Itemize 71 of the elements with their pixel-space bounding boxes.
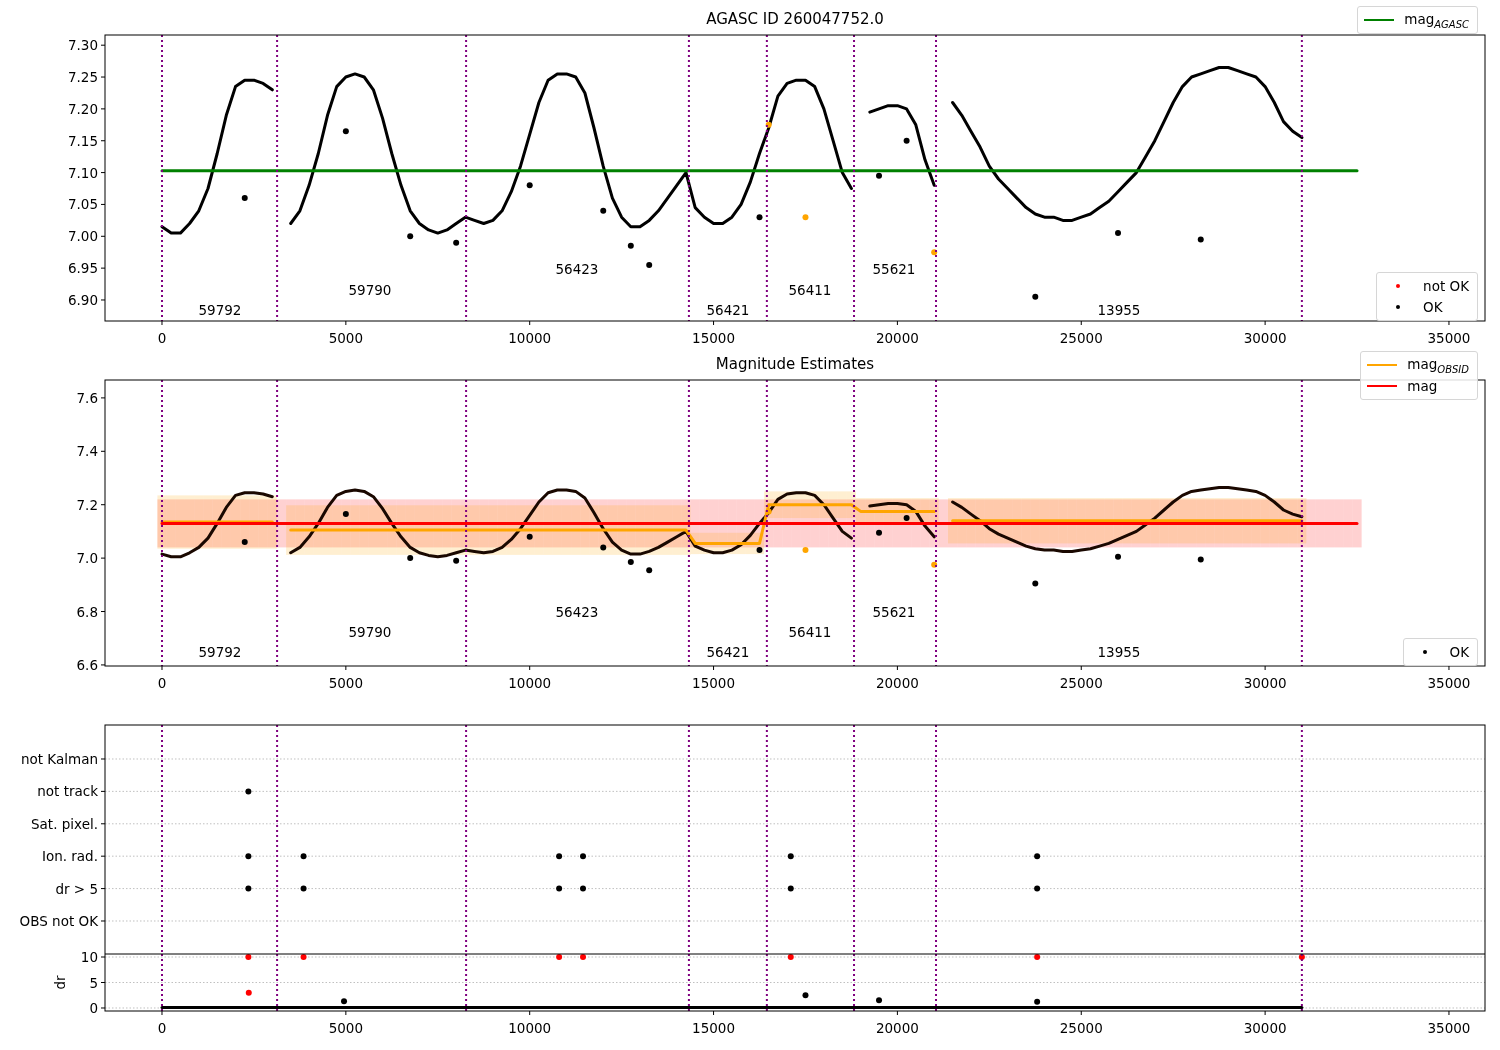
- x-tick-label: 15000: [692, 1020, 736, 1036]
- legend-label: mag$_{OBSID}$: [1407, 355, 1469, 375]
- obsid-label: 13955: [1097, 643, 1141, 660]
- obsid-label: 55621: [872, 603, 916, 620]
- x-tick-label: 10000: [508, 1020, 552, 1036]
- obsid-label: 56411: [788, 282, 832, 299]
- x-tick-label: 0: [157, 330, 167, 345]
- y-tick-label: 7.25: [67, 69, 98, 86]
- chart-title: AGASC ID 260047752.0: [706, 10, 884, 28]
- y-tick-label: 7.05: [67, 196, 98, 213]
- x-tick-label: 30000: [1243, 330, 1287, 345]
- obsid-label: 56411: [788, 623, 832, 640]
- obsid-label: 56421: [706, 643, 750, 660]
- y-tick-label: 6.95: [67, 260, 98, 277]
- y-tick-label: 6.90: [67, 292, 98, 308]
- x-tick-label: 35000: [1427, 1020, 1471, 1036]
- y-tick-label: 7.10: [67, 164, 98, 181]
- x-tick-label: 10000: [508, 330, 552, 345]
- legend-label: not OK: [1423, 278, 1469, 294]
- x-tick-label: 35000: [1427, 675, 1471, 690]
- y-tick-label: 7.6: [76, 389, 98, 406]
- y-tick-label: dr > 5: [55, 880, 98, 897]
- obsid-label: 13955: [1097, 301, 1141, 318]
- y-tick-label: 7.30: [67, 37, 98, 54]
- y-tick-label: 0: [89, 1000, 98, 1016]
- y-tick-label: 7.20: [67, 100, 98, 117]
- chart-title: Magnitude Estimates: [715, 355, 875, 373]
- y-tick-label: 7.15: [67, 132, 98, 149]
- x-tick-label: 20000: [875, 330, 919, 345]
- y-tick-label: 7.00: [67, 228, 98, 245]
- obsid-label: 59790: [348, 282, 392, 299]
- y-tick-label: 6.6: [76, 656, 98, 673]
- y-tick-label: 7.4: [76, 443, 98, 460]
- y-tick-label: 6.8: [76, 603, 98, 620]
- x-tick-label: 0: [157, 1020, 167, 1036]
- x-tick-label: 5000: [328, 1020, 364, 1036]
- x-tick-label: 25000: [1059, 675, 1103, 690]
- legend-label: mag: [1407, 378, 1438, 394]
- obsid-label: 59790: [348, 623, 392, 640]
- x-tick-label: 25000: [1059, 330, 1103, 345]
- y-tick-label: 7.0: [76, 550, 98, 567]
- obsid-label: 56423: [555, 603, 599, 620]
- obsid-label: 56423: [555, 261, 599, 278]
- y-tick-label: Sat. pixel.: [31, 815, 98, 832]
- x-tick-label: 15000: [692, 330, 736, 345]
- x-tick-label: 35000: [1427, 330, 1471, 345]
- y-tick-label: 5: [89, 974, 98, 991]
- axis-label: dr: [52, 975, 68, 990]
- y-tick-label: not Kalman: [20, 751, 98, 767]
- y-tick-label: OBS not OK: [19, 913, 98, 929]
- y-tick-label: not track: [37, 783, 98, 800]
- y-tick-label: 10: [80, 949, 98, 965]
- x-tick-label: 30000: [1243, 675, 1287, 690]
- y-tick-label: 7.2: [76, 496, 98, 513]
- y-tick-label: Ion. rad.: [41, 848, 98, 865]
- obsid-label: 55621: [872, 261, 916, 278]
- obsid-label: 59792: [198, 301, 242, 318]
- legend-label: mag$_{AGASC}$: [1404, 10, 1469, 30]
- x-tick-label: 5000: [328, 330, 364, 345]
- x-tick-label: 0: [157, 675, 167, 690]
- x-tick-label: 20000: [875, 675, 919, 690]
- x-tick-label: 10000: [508, 675, 552, 690]
- obsid-label: 59792: [198, 643, 242, 660]
- x-tick-label: 5000: [328, 675, 364, 690]
- x-tick-label: 15000: [692, 675, 736, 690]
- legend-label: OK: [1449, 644, 1469, 660]
- x-tick-label: 25000: [1059, 1020, 1103, 1036]
- x-tick-label: 20000: [875, 1020, 919, 1036]
- x-tick-label: 30000: [1243, 1020, 1287, 1036]
- legend-label: OK: [1423, 299, 1443, 315]
- obsid-label: 56421: [706, 301, 750, 318]
